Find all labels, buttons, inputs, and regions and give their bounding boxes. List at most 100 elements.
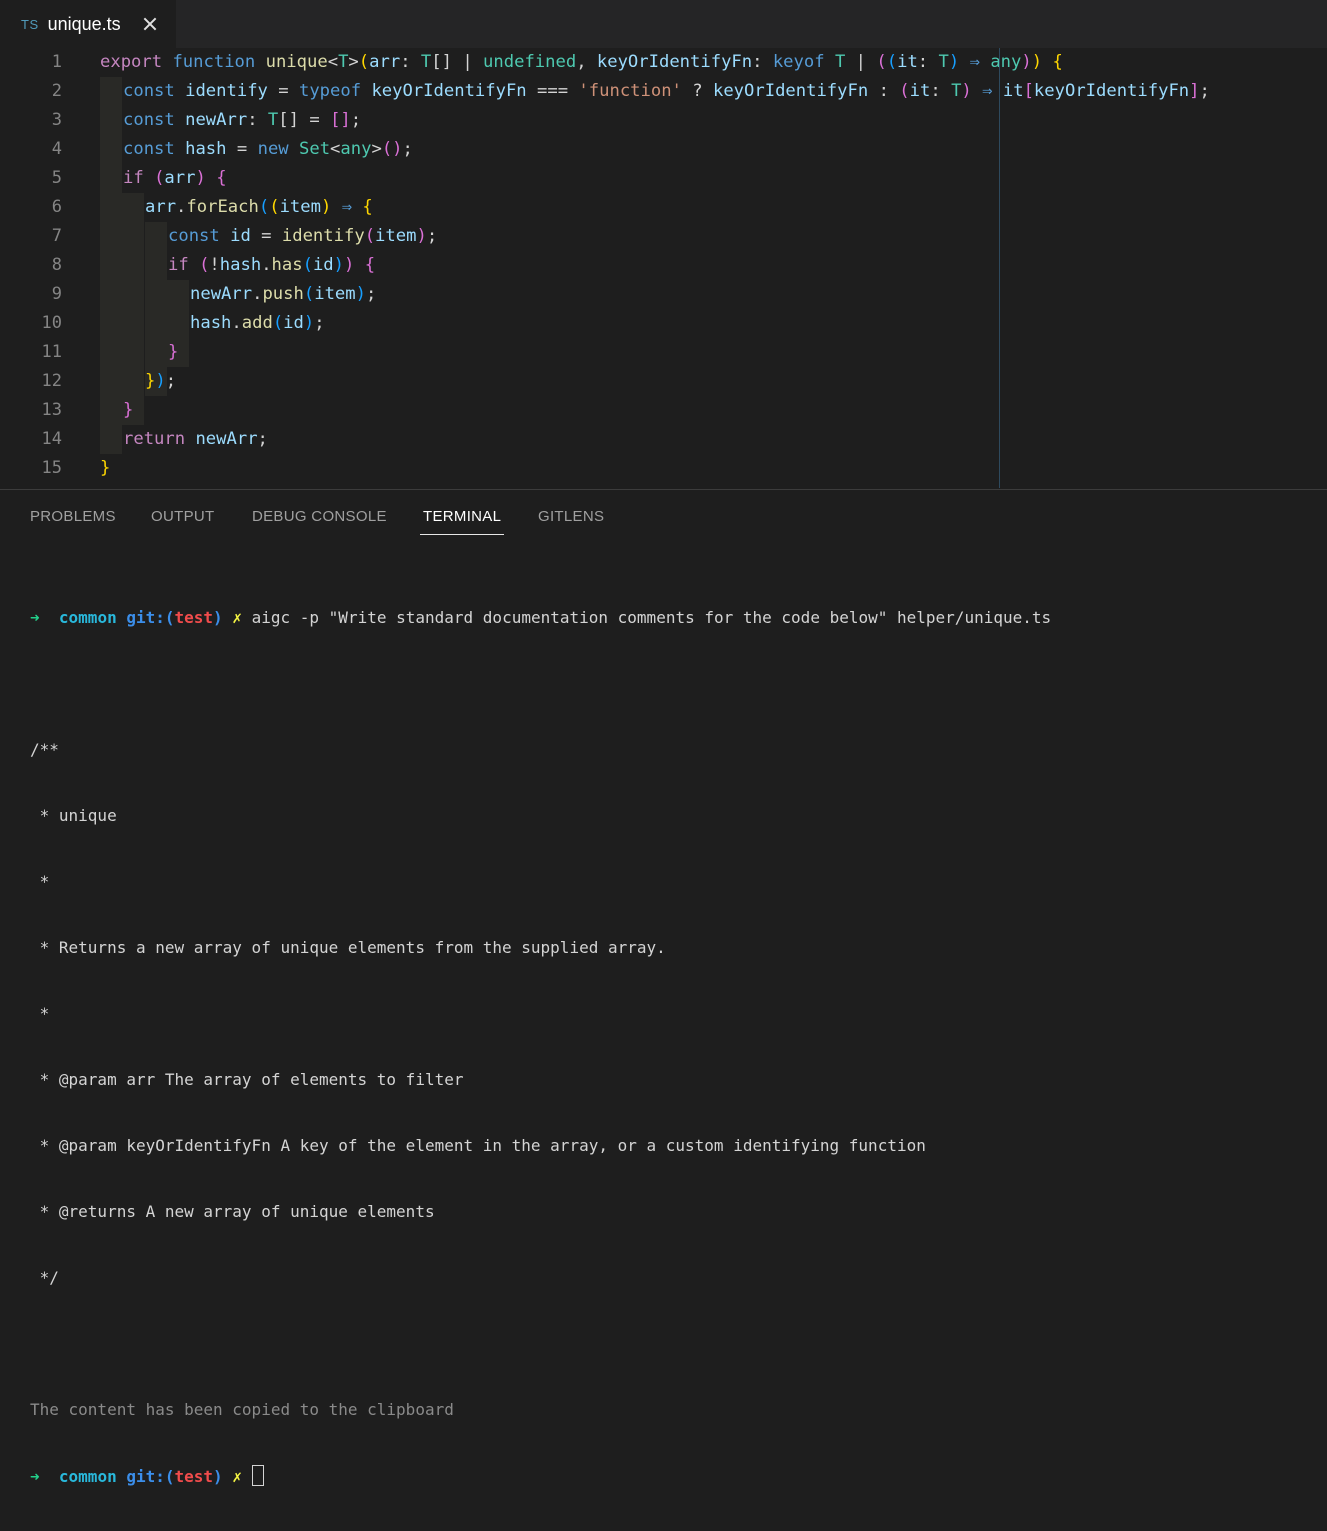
terminal-command-line: ➜ common git:(test) ✗ aigc -p "Write sta… (30, 607, 1310, 629)
code-token: push (262, 284, 304, 304)
code-line[interactable]: arr.forEach((item) ⇒ { (145, 193, 373, 222)
code-line[interactable]: if (arr) { (123, 164, 227, 193)
code-token: return (123, 429, 186, 449)
code-token: : (878, 81, 889, 101)
code-line[interactable]: if (!hash.has(id)) { (168, 251, 375, 280)
code-token: T (938, 52, 949, 72)
code-token: ; (165, 371, 177, 391)
prompt-branch: test (174, 1467, 214, 1486)
line-number: 15 (41, 458, 62, 478)
code-line[interactable]: } (168, 338, 178, 367)
tab-output[interactable]: OUTPUT (151, 508, 214, 525)
code-line[interactable]: }); (145, 367, 176, 396)
code-token: : (400, 52, 411, 72)
tab-problems[interactable]: PROBLEMS (30, 508, 116, 525)
line-number: 3 (51, 110, 62, 130)
prompt-directory: common (58, 608, 117, 627)
code-token: ( (272, 313, 284, 333)
line-number: 14 (41, 429, 62, 449)
code-line[interactable]: const newArr: T[] = []; (123, 106, 361, 135)
code-token: new (257, 139, 289, 159)
terminal-prompt-line[interactable]: ➜ common git:(test) ✗ (30, 1465, 1310, 1487)
code-line[interactable]: const hash = new Set<any>(); (123, 135, 413, 164)
code-token: unique (265, 52, 328, 72)
line-number: 10 (41, 313, 62, 333)
indent-guide (100, 77, 122, 454)
code-token: ( (199, 255, 210, 275)
code-token: = (309, 110, 320, 130)
line-number: 4 (51, 139, 62, 159)
panel-tabs: PROBLEMS OUTPUT DEBUG CONSOLE TERMINAL G… (0, 490, 1327, 542)
code-token: it (897, 52, 918, 72)
code-token: newArr (190, 284, 253, 304)
code-line[interactable]: export function unique<T>(arr: T[] | und… (100, 48, 1063, 77)
terminal-output[interactable]: ➜ common git:(test) ✗ aigc -p "Write sta… (30, 563, 1310, 1531)
code-line[interactable]: hash.add(id); (190, 309, 325, 338)
code-token: ) (333, 255, 345, 275)
code-line[interactable]: const identify = typeof keyOrIdentifyFn … (123, 77, 1210, 106)
prompt-dirty-icon: ✗ (232, 1467, 242, 1486)
code-token: { (362, 197, 373, 217)
code-token: arr (369, 52, 401, 72)
code-token: = (261, 226, 272, 246)
tab-terminal[interactable]: TERMINAL (419, 508, 505, 535)
code-token: ( (364, 226, 376, 246)
code-line[interactable]: newArr.push(item); (190, 280, 376, 309)
code-line[interactable]: return newArr; (123, 425, 268, 454)
code-token: add (241, 313, 273, 333)
code-token: < (330, 139, 341, 159)
close-icon[interactable] (142, 16, 158, 32)
line-number: 8 (51, 255, 62, 275)
tab-debug-console[interactable]: DEBUG CONSOLE (252, 508, 387, 525)
code-line[interactable]: } (100, 454, 110, 483)
line-number: 13 (41, 400, 62, 420)
code-token: ( (258, 197, 270, 217)
code-editor[interactable]: 1 2 3 4 5 6 7 8 9 10 11 12 13 14 15 export function un… (0, 48, 1327, 488)
code-line[interactable]: } (123, 396, 133, 425)
code-token: ; (350, 110, 362, 130)
code-token: } (123, 400, 134, 420)
code-token: ) (303, 313, 315, 333)
line-number: 6 (51, 197, 62, 217)
terminal-command: aigc -p "Write standard documentation co… (251, 608, 1052, 627)
line-number: 2 (51, 81, 62, 101)
code-line[interactable]: const id = identify(item); (168, 222, 437, 251)
prompt-git-label: git:( (126, 608, 175, 627)
code-token: keyof (772, 52, 825, 72)
code-token: = (236, 139, 248, 159)
line-number: 11 (41, 342, 62, 362)
code-token: arr (145, 197, 177, 217)
code-token: T (834, 52, 846, 72)
terminal-output-line: * @returns A new array of unique element… (30, 1202, 435, 1221)
tab-title: unique.ts (47, 13, 121, 34)
indent-guide (122, 193, 144, 425)
code-token: : (917, 52, 929, 72)
code-token: . (252, 284, 263, 304)
tab-unique-ts[interactable]: TS unique.ts (0, 0, 176, 48)
code-token: ; (426, 226, 438, 246)
code-token: ( (154, 168, 165, 188)
code-token: ; (314, 313, 325, 333)
tab-gitlens[interactable]: GITLENS (538, 508, 604, 525)
code-token: } (168, 342, 179, 362)
